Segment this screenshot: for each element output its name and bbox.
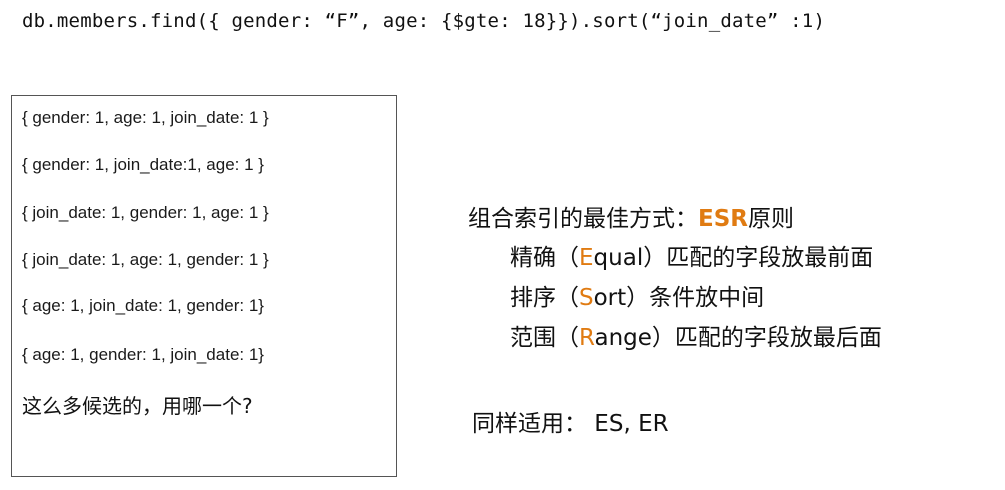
candidate-index-1: { gender: 1, age: 1, join_date: 1 } — [22, 108, 269, 127]
rule-item-after: ange）匹配的字段放最后面 — [594, 325, 882, 351]
query-code: db.members.find({ gender: “F”, age: {$gt… — [22, 10, 826, 32]
applies-note: 同样适用： ES, ER — [472, 411, 669, 437]
candidate-indexes-box: { gender: 1, age: 1, join_date: 1 } { ge… — [11, 95, 397, 477]
rule-title-suffix: 原则 — [748, 206, 794, 232]
candidate-index-4: { join_date: 1, age: 1, gender: 1 } — [22, 250, 269, 269]
rule-item-equal: 精确（Equal）匹配的字段放最前面 — [468, 238, 882, 278]
rule-item-before: 精确（ — [510, 245, 579, 271]
rule-item-after: ort）条件放中间 — [593, 285, 765, 311]
rule-item-before: 范围（ — [510, 325, 579, 351]
question-text: 这么多候选的，用哪一个? — [22, 394, 253, 418]
rule-title: 组合索引的最佳方式：ESR原则 — [468, 200, 882, 238]
rule-item-before: 排序（ — [510, 285, 579, 311]
rule-title-prefix: 组合索引的最佳方式： — [468, 206, 698, 232]
rule-item-range: 范围（Range）匹配的字段放最后面 — [468, 318, 882, 358]
rule-item-accent-letter: E — [579, 245, 594, 271]
rule-item-sort: 排序（Sort）条件放中间 — [468, 278, 882, 318]
candidate-index-3: { join_date: 1, gender: 1, age: 1 } — [22, 203, 269, 222]
rule-item-accent-letter: R — [579, 325, 595, 351]
esr-rule-block: 组合索引的最佳方式：ESR原则 精确（Equal）匹配的字段放最前面 排序（So… — [468, 200, 882, 358]
rule-title-accent: ESR — [698, 206, 748, 232]
rule-item-accent-letter: S — [579, 285, 594, 311]
candidate-index-6: { age: 1, gender: 1, join_date: 1} — [22, 345, 264, 364]
rule-item-after: qual）匹配的字段放最前面 — [593, 245, 874, 271]
candidate-index-2: { gender: 1, join_date:1, age: 1 } — [22, 155, 264, 174]
candidate-index-5: { age: 1, join_date: 1, gender: 1} — [22, 296, 264, 315]
